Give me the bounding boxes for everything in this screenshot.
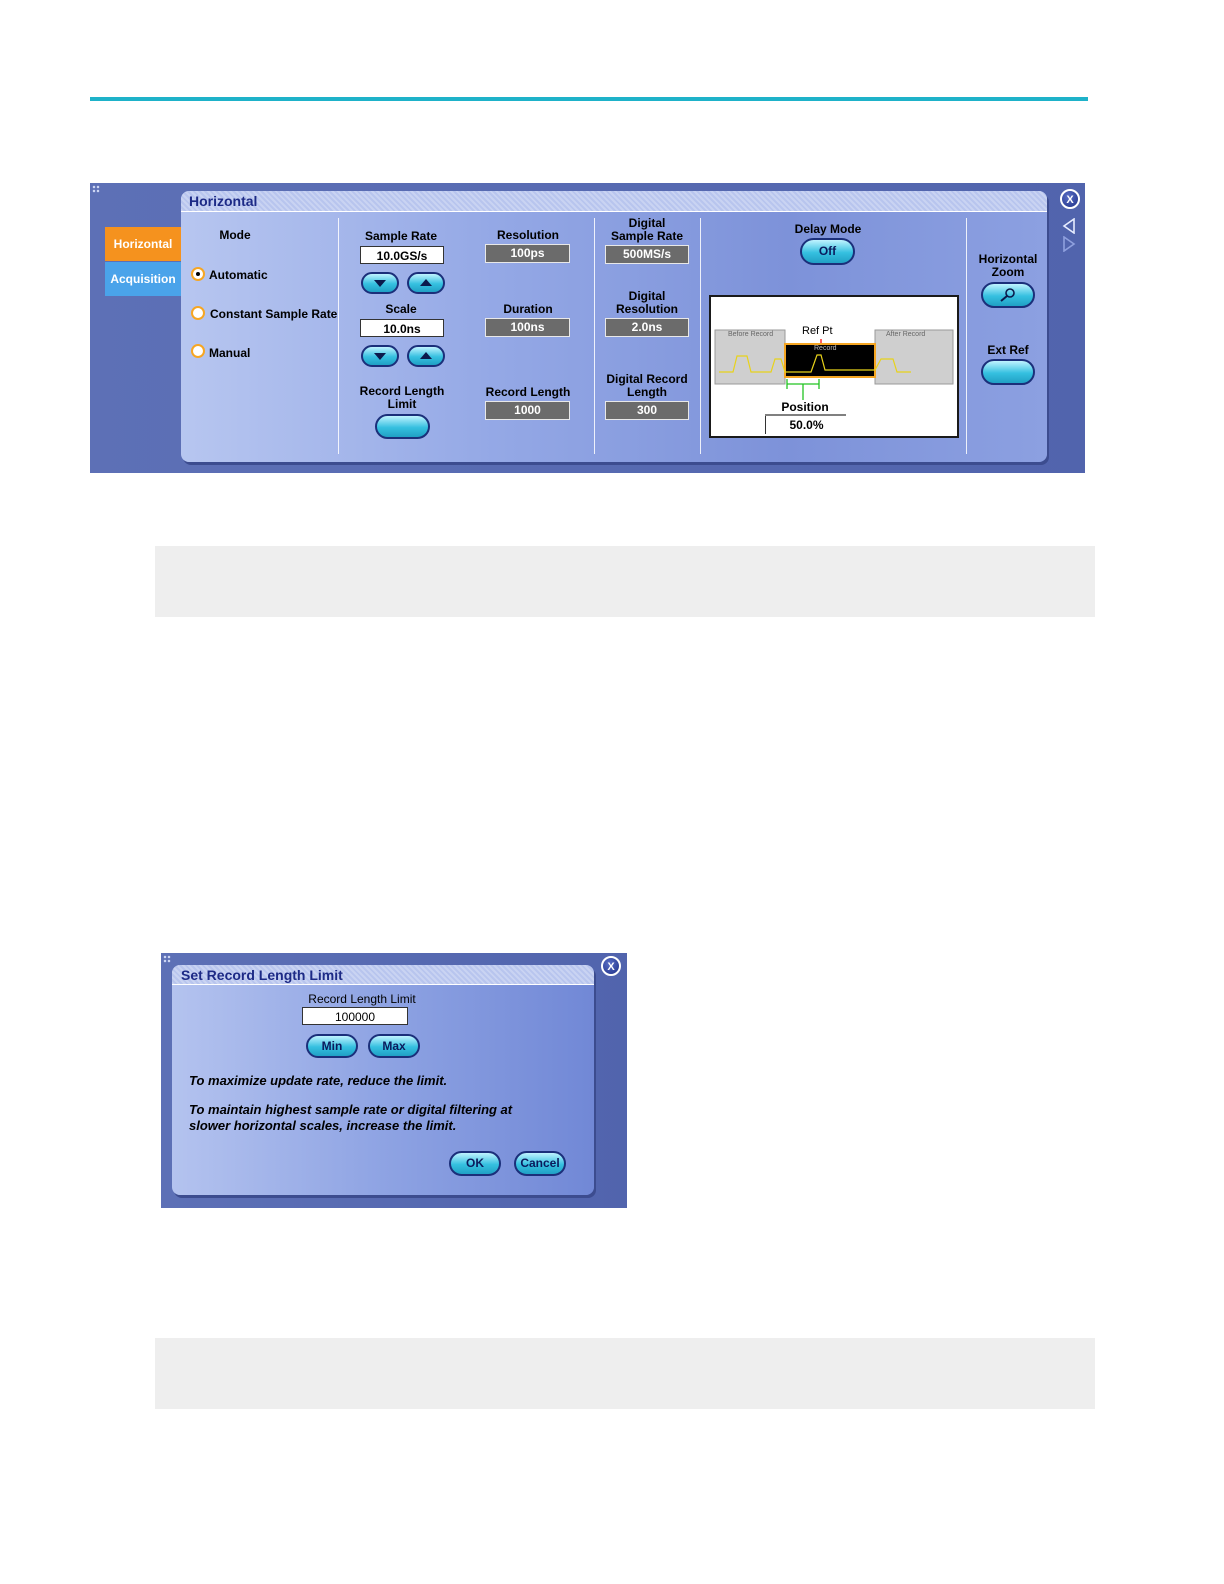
cancel-button[interactable]: Cancel: [514, 1151, 566, 1176]
dialog-title: Set Record Length Limit: [181, 967, 343, 983]
close-button[interactable]: X: [1060, 189, 1080, 209]
record-length-limit-button[interactable]: [375, 414, 430, 439]
sample-rate-label: Sample Rate: [364, 229, 438, 243]
column-divider: [594, 218, 595, 454]
duration-label: Duration: [503, 302, 553, 316]
scale-label: Scale: [385, 302, 417, 316]
record-length-limit-field-label: Record Length Limit: [308, 992, 416, 1006]
position-label: Position: [781, 400, 829, 414]
page-header-rule: [90, 97, 1088, 101]
note-band: [155, 1338, 1095, 1409]
horizontal-zoom-button[interactable]: [981, 282, 1035, 308]
sample-rate-field[interactable]: 10.0GS/s: [360, 246, 444, 264]
horizontal-panel-titlebar: [181, 191, 1047, 212]
radio-automatic-label: Automatic: [209, 268, 268, 282]
arrow-down-icon: [374, 280, 386, 287]
record-label: Record: [814, 345, 837, 352]
dialog-message-sample-rate: To maintain highest sample rate or digit…: [189, 1102, 513, 1133]
panel-grip-icon: [92, 185, 100, 193]
digital-resolution-readout: 2.0ns: [605, 318, 689, 337]
sample-rate-up-button[interactable]: [407, 272, 445, 294]
resolution-label: Resolution: [497, 228, 559, 242]
tab-horizontal[interactable]: Horizontal: [105, 227, 181, 261]
resolution-readout: 100ps: [485, 244, 570, 263]
radio-automatic[interactable]: [191, 267, 205, 281]
arrow-up-icon: [420, 279, 432, 286]
radio-constant-sample-rate[interactable]: [191, 306, 205, 320]
record-length-readout: 1000: [485, 401, 570, 420]
note-band: [155, 546, 1095, 617]
record-length-limit-input[interactable]: 100000: [302, 1007, 408, 1025]
radio-constant-sample-rate-label: Constant Sample Rate: [210, 307, 338, 321]
max-button[interactable]: Max: [368, 1034, 420, 1058]
radio-manual[interactable]: [191, 344, 205, 358]
sample-rate-down-button[interactable]: [361, 272, 399, 294]
scale-field[interactable]: 10.0ns: [360, 319, 444, 337]
column-divider: [338, 218, 339, 454]
duration-readout: 100ns: [485, 318, 570, 337]
column-divider: [966, 218, 967, 454]
record-position-diagram: Before Record After Record Ref Pt Record…: [709, 295, 959, 438]
after-record-label: After Record: [886, 331, 926, 338]
delay-mode-button[interactable]: Off: [800, 238, 855, 265]
digital-record-length-readout: 300: [605, 401, 689, 420]
ext-ref-label: Ext Ref: [987, 343, 1029, 357]
scroll-left-icon[interactable]: [1062, 218, 1076, 234]
dialog-close-button[interactable]: X: [601, 956, 621, 976]
digital-resolution-label: Digital Resolution: [616, 289, 678, 316]
digital-record-length-label: Digital Record Length: [606, 372, 688, 399]
mode-label: Mode: [219, 228, 251, 242]
record-length-limit-label: Record Length Limit: [359, 384, 445, 411]
radio-manual-label: Manual: [209, 346, 251, 360]
scroll-right-icon[interactable]: [1062, 236, 1076, 252]
before-record-label: Before Record: [728, 331, 774, 338]
record-length-label: Record Length: [485, 385, 571, 399]
horizontal-zoom-label: Horizontal Zoom: [978, 252, 1038, 279]
ok-button[interactable]: OK: [449, 1151, 501, 1176]
tab-acquisition[interactable]: Acquisition: [105, 262, 181, 296]
position-field[interactable]: 50.0%: [765, 416, 847, 434]
digital-sample-rate-readout: 500MS/s: [605, 245, 689, 264]
delay-mode-label: Delay Mode: [794, 222, 862, 236]
arrow-up-icon: [420, 352, 432, 359]
min-button[interactable]: Min: [306, 1034, 358, 1058]
panel-title: Horizontal: [189, 193, 258, 209]
ref-pt-label: Ref Pt: [802, 325, 833, 337]
scale-up-button[interactable]: [407, 345, 445, 367]
dialog-message-update-rate: To maximize update rate, reduce the limi…: [189, 1073, 448, 1088]
arrow-down-icon: [374, 353, 386, 360]
column-divider: [700, 218, 701, 454]
dialog-grip-icon: [163, 955, 171, 963]
zoom-magnifier-icon: [1000, 288, 1015, 302]
scale-down-button[interactable]: [361, 345, 399, 367]
ext-ref-button[interactable]: [981, 359, 1035, 385]
digital-sample-rate-label: Digital Sample Rate: [610, 216, 684, 243]
